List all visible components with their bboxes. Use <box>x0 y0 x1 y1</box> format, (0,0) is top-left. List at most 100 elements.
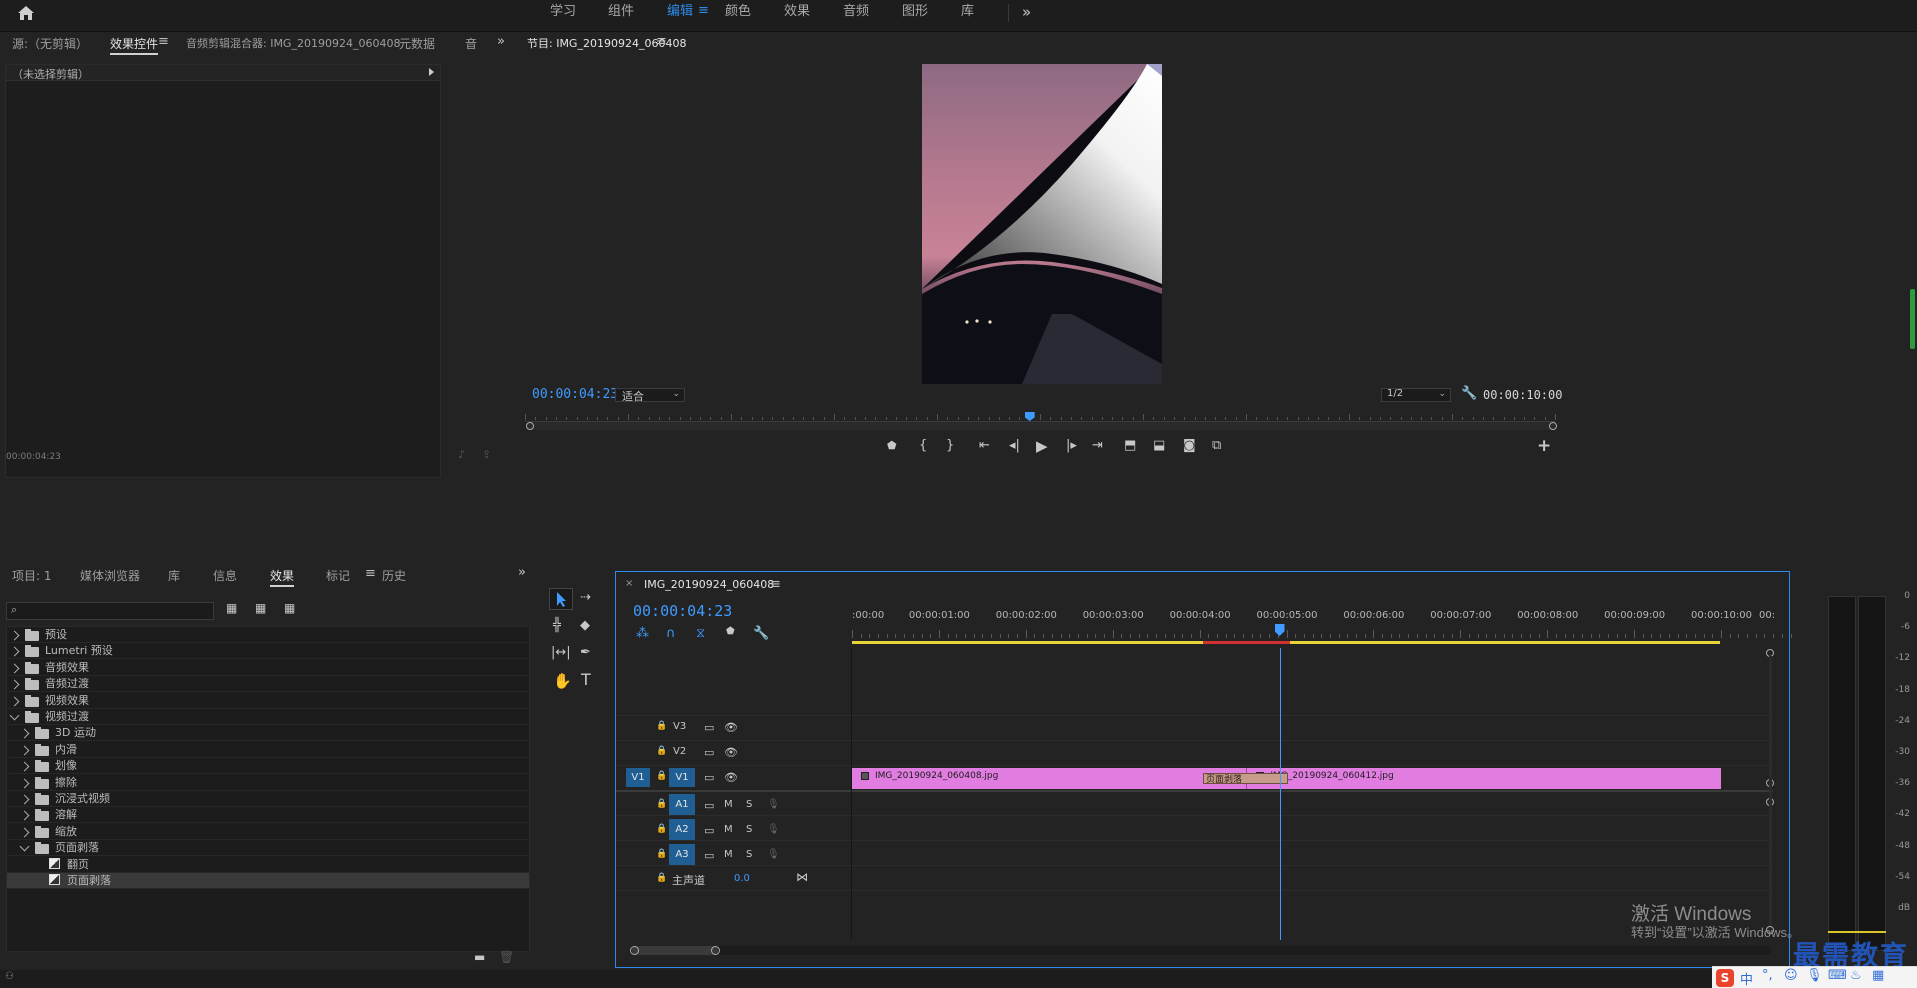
zoom-handle-left[interactable] <box>526 422 534 430</box>
tree-item[interactable]: 划像 <box>7 758 529 775</box>
project-tab[interactable]: 媒体浏览器 <box>80 567 140 584</box>
sync-lock-icon[interactable]: ▭ <box>704 824 714 837</box>
home-icon[interactable] <box>17 5 35 21</box>
chevron-right-icon[interactable] <box>19 794 30 805</box>
sync-lock-icon[interactable]: ▭ <box>704 771 714 784</box>
lift-icon[interactable]: ⬒ <box>1124 438 1136 453</box>
effects-more-icon[interactable]: » <box>518 565 526 580</box>
workspace-more-icon[interactable]: » <box>1022 3 1031 21</box>
track-name-label[interactable]: V2 <box>673 746 686 757</box>
microphone-icon[interactable]: 🎙 <box>767 799 780 810</box>
chevron-right-icon[interactable] <box>9 646 20 657</box>
pen-tool-icon[interactable]: ✒ <box>580 645 591 660</box>
program-zoom-bar[interactable] <box>526 422 1556 430</box>
workspace-tab[interactable]: 图形 <box>902 0 928 26</box>
nest-icon[interactable]: ⁂ <box>636 626 649 641</box>
zoom-handle-left[interactable] <box>630 946 639 955</box>
play-icon[interactable]: ▶ <box>1036 437 1048 455</box>
microphone-icon[interactable]: 🎙 <box>767 849 780 860</box>
microphone-icon[interactable]: 🎙 <box>767 824 780 835</box>
audio-track-target[interactable]: A2 <box>669 819 695 840</box>
solo-button[interactable]: S <box>746 849 752 860</box>
clip-item[interactable]: IMG_20190924_060408.jpg <box>852 768 1248 789</box>
sequence-menu-icon[interactable]: ≡ <box>770 577 781 592</box>
tree-item[interactable]: 页面剥落 <box>7 873 529 889</box>
project-tab[interactable]: 项目: 1 <box>12 567 52 584</box>
master-volume-value[interactable]: 0.0 <box>734 873 750 884</box>
right-edge-scroll[interactable] <box>1910 289 1915 349</box>
chevron-right-icon[interactable] <box>9 696 20 707</box>
panel-more-icon[interactable]: » <box>497 34 505 49</box>
export-frame-icon[interactable]: ◙ <box>1183 438 1196 453</box>
timeline-timecode[interactable]: 00:00:04:23 <box>633 602 732 620</box>
go-to-in-icon[interactable]: ⇤ <box>979 438 990 453</box>
chevron-right-icon[interactable] <box>19 810 30 821</box>
eye-icon[interactable]: 👁 <box>724 721 738 734</box>
tab-effect-controls[interactable]: 效果控件 <box>110 35 159 55</box>
program-timecode[interactable]: 00:00:04:23 <box>532 387 618 402</box>
zoom-handle-right[interactable] <box>1549 422 1557 430</box>
wrench-icon[interactable]: 🔧 <box>1461 386 1477 401</box>
panel-menu-icon[interactable]: ≡ <box>158 34 169 49</box>
linked-selection-icon[interactable]: ⧖ <box>696 626 705 641</box>
chevron-right-icon[interactable] <box>9 679 20 690</box>
32bit-effects-icon[interactable]: ▦ <box>255 601 266 615</box>
audio-track-target[interactable]: A3 <box>669 844 695 865</box>
sync-lock-icon[interactable]: ▭ <box>704 746 714 759</box>
sync-lock-icon[interactable]: ▭ <box>704 721 714 734</box>
tree-item[interactable]: 音频效果 <box>7 660 529 676</box>
workspace-menu-icon[interactable]: ≡ <box>698 3 709 18</box>
mute-button[interactable]: M <box>724 824 733 835</box>
tree-item[interactable]: Lumetri 预设 <box>7 643 529 660</box>
close-sequence-icon[interactable]: × <box>625 578 633 589</box>
workspace-tab[interactable]: 库 <box>961 0 974 26</box>
mute-button[interactable]: M <box>724 799 733 810</box>
project-tab[interactable]: 库 <box>168 567 180 584</box>
workspace-tab[interactable]: 音频 <box>843 0 869 26</box>
tree-item[interactable]: 翻页 <box>7 857 529 873</box>
tree-item[interactable]: 内滑 <box>7 742 529 758</box>
mute-button[interactable]: M <box>724 849 733 860</box>
step-back-icon[interactable]: ◂| <box>1009 438 1020 453</box>
keyboard-icon[interactable]: ⌨ <box>1828 968 1847 983</box>
project-tab[interactable]: 历史 <box>382 567 406 584</box>
workspace-tab[interactable]: 颜色 <box>725 0 751 26</box>
workspace-tab[interactable]: 组件 <box>608 0 634 26</box>
chevron-down-icon[interactable] <box>19 841 30 852</box>
eye-icon[interactable]: 👁 <box>724 771 738 784</box>
tree-item[interactable]: 视频过渡 <box>7 709 529 725</box>
chevron-right-icon[interactable] <box>9 663 20 674</box>
sync-lock-icon[interactable]: ▭ <box>704 849 714 862</box>
hand-tool-icon[interactable]: ✋ <box>553 672 572 690</box>
timeline-zoom-bar[interactable] <box>631 946 1771 955</box>
effects-search[interactable]: ⌕ <box>6 602 214 620</box>
chevron-right-icon[interactable] <box>19 745 30 756</box>
project-tab[interactable]: 效果 <box>270 567 295 587</box>
accelerated-effects-icon[interactable]: ▦ <box>226 601 237 615</box>
lock-icon[interactable]: 🔒 <box>656 771 667 781</box>
lock-icon[interactable]: 🔒 <box>656 799 667 809</box>
add-marker-icon[interactable]: ⬟ <box>726 626 735 637</box>
program-menu-icon[interactable]: ≡ <box>656 34 667 49</box>
tree-item[interactable]: 3D 运动 <box>7 725 529 742</box>
tree-item[interactable]: 视频效果 <box>7 693 529 709</box>
workspace-tab[interactable]: 效果 <box>784 0 810 26</box>
audio-track-target[interactable]: A1 <box>669 794 695 815</box>
resolution-dropdown[interactable]: 1/2 ⌄ <box>1381 388 1451 402</box>
add-marker-icon[interactable]: ⬟ <box>887 439 897 452</box>
track-target-v1[interactable]: V1 <box>669 768 695 787</box>
track-select-tool-icon[interactable]: ⇢ <box>580 590 591 605</box>
tree-item[interactable]: 沉浸式视频 <box>7 791 529 807</box>
punctuation-icon[interactable]: °, <box>1762 968 1773 983</box>
chevron-right-icon[interactable] <box>19 728 30 739</box>
clothing-icon[interactable]: ♨ <box>1850 968 1862 983</box>
comparison-view-icon[interactable]: ⧉ <box>1212 438 1221 453</box>
go-to-out-icon[interactable]: ⇥ <box>1092 438 1103 453</box>
lock-icon[interactable]: 🔒 <box>656 746 667 756</box>
tree-item[interactable]: 溶解 <box>7 807 529 824</box>
eye-icon[interactable]: 👁 <box>724 746 738 759</box>
project-tab[interactable]: 标记 <box>326 567 350 584</box>
source-patch-v1[interactable]: V1 <box>626 768 650 787</box>
go-to-end-icon[interactable]: ⋈ <box>796 870 808 884</box>
tab-audio-clip-mixer[interactable]: 音频剪辑混合器: IMG_20190924_060408 <box>186 35 400 51</box>
